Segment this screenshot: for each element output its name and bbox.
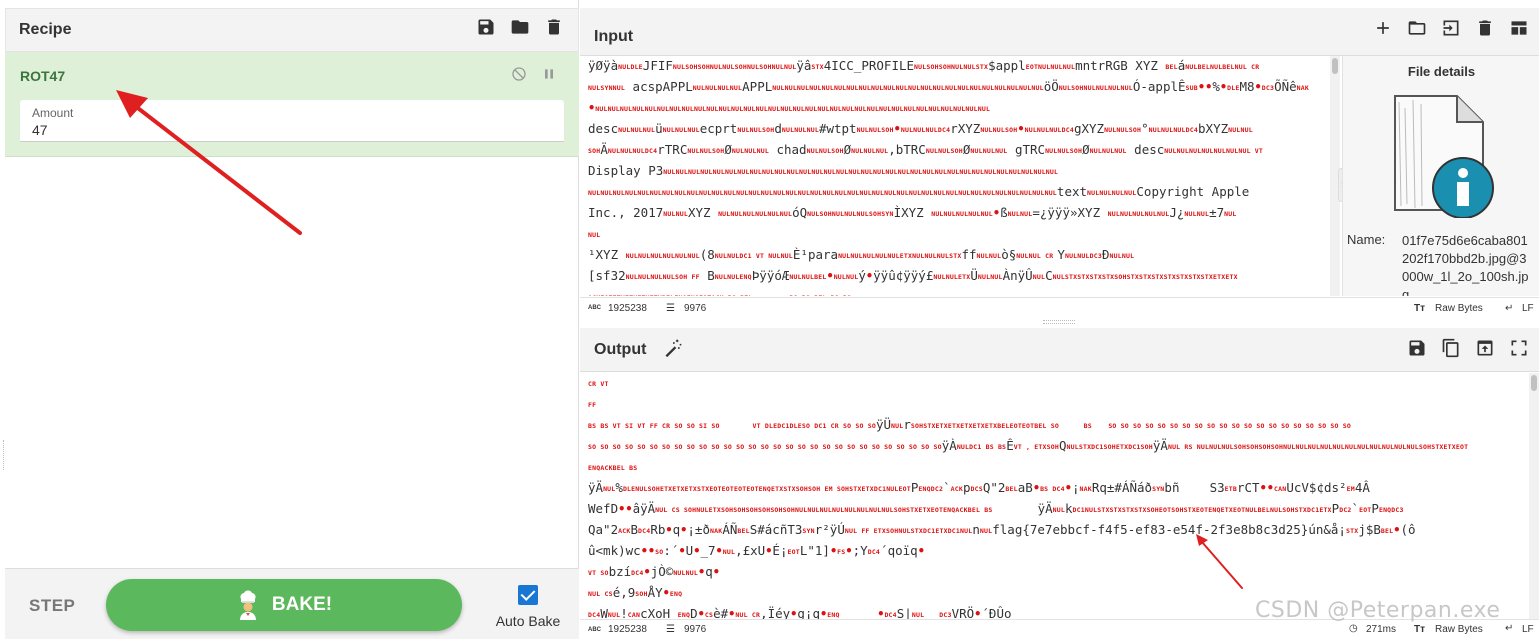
file-name-label: Name: [1347, 232, 1386, 247]
eol-icon[interactable]: ↵ [1505, 303, 1513, 314]
output-eol[interactable]: LF [1522, 624, 1534, 635]
recipe-panel: Recipe ROT47 Amount 47 STEP BAKE! Auto B… [0, 0, 579, 639]
maximise-icon[interactable] [1509, 338, 1529, 363]
amount-field[interactable]: Amount 47 [20, 100, 564, 142]
input-eol[interactable]: LF [1522, 303, 1534, 314]
file-name-value: 01f7e75d6e6caba801202f170bbd2b.jpg@3000w… [1402, 233, 1529, 296]
bake-label: BAKE! [271, 594, 333, 615]
save-icon[interactable] [476, 17, 496, 39]
add-tab-icon[interactable] [1373, 18, 1393, 43]
file-info-icon [1394, 95, 1494, 218]
clear-input-icon[interactable] [1475, 18, 1495, 43]
amount-value[interactable]: 47 [32, 122, 48, 138]
output-textarea[interactable]: CR VT FF BS BS VT SI VT FF CR SO SO SI S… [588, 373, 1528, 619]
open-file-icon[interactable] [1441, 18, 1461, 43]
breakpoint-pause-icon[interactable] [541, 66, 557, 87]
input-header: Input [580, 8, 1539, 56]
operation-rot47[interactable]: ROT47 Amount 47 [5, 52, 579, 157]
file-details-panel: File details Name: 01f7e75d6e6caba801202… [1342, 56, 1539, 296]
encoding-icon[interactable]: Tт [1414, 303, 1425, 314]
output-scrollbar[interactable] [1529, 373, 1539, 619]
save-output-icon[interactable] [1407, 338, 1427, 363]
output-title: Output [594, 341, 647, 358]
output-header: Output [580, 328, 1539, 372]
input-scroll-thumb[interactable] [1332, 58, 1338, 74]
amount-label: Amount [32, 106, 74, 120]
step-button[interactable]: STEP [29, 596, 75, 616]
open-folder-icon[interactable] [1407, 18, 1427, 43]
autobake-toggle[interactable]: Auto Bake [488, 585, 568, 629]
output-flag: flag{7e7ebbcf-f4f5-ef83-e54f-2f3e8b8c3d2… [992, 522, 1309, 537]
bake-time: 271ms [1366, 624, 1397, 635]
input-encoding[interactable]: Raw Bytes [1435, 303, 1483, 314]
lines-icon: ☰ [666, 303, 675, 314]
disable-icon[interactable] [511, 66, 527, 87]
lines-icon: ☰ [666, 624, 675, 635]
copy-output-icon[interactable] [1441, 338, 1461, 363]
recipe-title: Recipe [19, 21, 72, 38]
replace-input-icon[interactable] [1475, 338, 1495, 363]
autobake-checkbox[interactable] [518, 585, 538, 605]
encoding-icon[interactable]: Tт [1414, 624, 1425, 635]
autobake-label: Auto Bake [495, 613, 561, 629]
output-scroll-thumb[interactable] [1531, 375, 1537, 391]
watermark: CSDN @Peterpan.exe [1255, 598, 1501, 623]
layout-icon[interactable] [1509, 18, 1529, 43]
input-status-bar: ABC 1925238 ☰ 9976 Tт Raw Bytes ↵ LF [580, 297, 1539, 319]
magic-wand-icon[interactable] [663, 338, 683, 363]
cyberchef-app: Recipe ROT47 Amount 47 STEP BAKE! Auto B… [0, 0, 1539, 639]
controls-bar: STEP BAKE! Auto Bake [5, 568, 579, 639]
output-length: 1925238 [608, 624, 647, 635]
clock-icon: ◷ [1349, 623, 1358, 634]
operation-name: ROT47 [20, 68, 66, 84]
folder-icon[interactable] [510, 17, 530, 39]
input-title: Input [594, 28, 634, 45]
length-icon: ABC [588, 305, 601, 311]
file-details-title: File details [1407, 64, 1476, 79]
input-textarea[interactable]: ÿØÿàNULDLEJFIFNULSOHSOHNULNULSOHNULSOHNU… [588, 56, 1333, 296]
pane-resize-handle[interactable] [1043, 320, 1075, 324]
eol-icon[interactable]: ↵ [1505, 623, 1513, 634]
length-icon: ABC [588, 627, 601, 633]
input-lines: 9976 [684, 303, 707, 314]
chef-icon [239, 590, 256, 620]
bake-button[interactable]: BAKE! [106, 579, 462, 631]
recipe-header: Recipe [5, 8, 579, 52]
output-lines: 9976 [684, 624, 707, 635]
delete-icon[interactable] [544, 17, 564, 39]
input-length: 1925238 [608, 303, 647, 314]
output-encoding[interactable]: Raw Bytes [1435, 624, 1483, 635]
resize-handle[interactable] [3, 440, 6, 470]
